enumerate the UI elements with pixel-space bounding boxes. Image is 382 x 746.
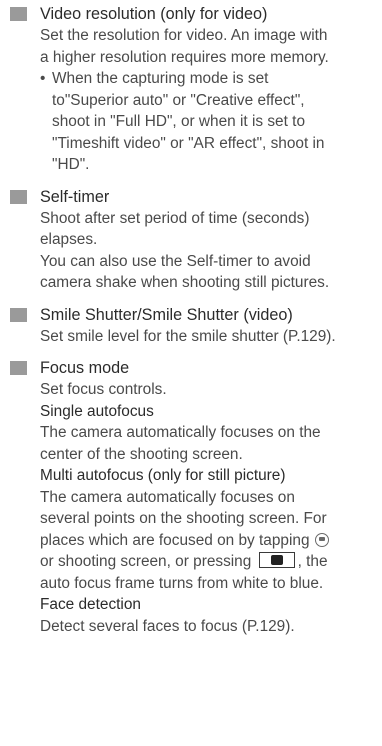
section-header: Focus mode <box>10 357 382 379</box>
subsection-title: Single autofocus <box>40 402 154 420</box>
body-text: , the <box>297 553 328 570</box>
bullet-line: "Timeshift video" or "AR effect", shoot … <box>52 134 325 152</box>
body-line: The camera automatically focuses on <box>40 488 295 506</box>
bullet-line: shoot in "Full HD", or when it is set to <box>52 113 305 130</box>
body-line: places which are focused on by tapping <box>40 530 382 552</box>
body-line: auto focus frame turns from white to blu… <box>40 574 324 592</box>
bullet-line: When the capturing mode is set <box>52 70 269 87</box>
body-line: or shooting screen, or pressing , the <box>40 551 382 573</box>
subsection-title: Multi autofocus (only for still picture) <box>40 467 286 484</box>
bullet-line: "HD". <box>52 156 90 173</box>
body-text: places which are focused on by tapping <box>40 531 310 549</box>
bullet-marker: • <box>40 70 46 87</box>
section-body: Set focus controls. Single autofocus The… <box>40 379 382 637</box>
camera-button-icon <box>258 552 295 568</box>
body-line: center of the shooting screen. <box>40 445 243 463</box>
section-heading: Video resolution (only for video) <box>40 5 268 23</box>
camera-circle-icon <box>314 532 329 547</box>
body-line: Shoot after set period of time (seconds) <box>40 209 310 227</box>
section-heading: Smile Shutter/Smile Shutter (video) <box>40 305 293 324</box>
section-smile-shutter: Smile Shutter/Smile Shutter (video) Set … <box>10 304 382 348</box>
section-focus-mode: Focus mode Set focus controls. Single au… <box>10 357 382 637</box>
bullet-item: • When the capturing mode is set to"Supe… <box>40 68 382 176</box>
body-line: several points on the shooting screen. F… <box>40 510 327 527</box>
body-line: a higher resolution requires more memory… <box>40 48 329 66</box>
section-body: Set smile level for the smile shutter (P… <box>40 326 382 348</box>
section-marker-icon <box>10 307 27 322</box>
body-line: Set focus controls. <box>40 381 167 398</box>
body-line: You can also use the Self-timer to avoid <box>40 252 311 270</box>
body-line: Set the resolution for video. An image w… <box>40 27 328 44</box>
body-line: Set smile level for the smile shutter (P… <box>40 327 336 345</box>
section-header: Video resolution (only for video) <box>10 3 382 25</box>
section-self-timer: Self-timer Shoot after set period of tim… <box>10 186 382 294</box>
bullet-line: to"Superior auto" or "Creative effect", <box>52 91 305 109</box>
body-line: camera shake when shooting still picture… <box>40 274 330 291</box>
body-line: elapses. <box>40 231 98 248</box>
section-heading: Focus mode <box>40 359 130 377</box>
section-header: Smile Shutter/Smile Shutter (video) <box>10 304 382 326</box>
manual-page: Video resolution (only for video) Set th… <box>0 3 382 637</box>
section-header: Self-timer <box>10 186 382 208</box>
section-marker-icon <box>10 189 27 204</box>
section-body: Shoot after set period of time (seconds)… <box>40 208 382 294</box>
section-marker-icon <box>10 361 27 375</box>
section-body: Set the resolution for video. An image w… <box>40 25 382 176</box>
body-line: Detect several faces to focus (P.129). <box>40 617 295 635</box>
section-heading: Self-timer <box>40 187 110 206</box>
subsection-title: Face detection <box>40 596 141 613</box>
body-line: The camera automatically focuses on the <box>40 424 321 441</box>
section-marker-icon <box>10 7 27 21</box>
body-text: or shooting screen, or pressing <box>40 553 252 570</box>
section-video-resolution: Video resolution (only for video) Set th… <box>10 3 382 176</box>
